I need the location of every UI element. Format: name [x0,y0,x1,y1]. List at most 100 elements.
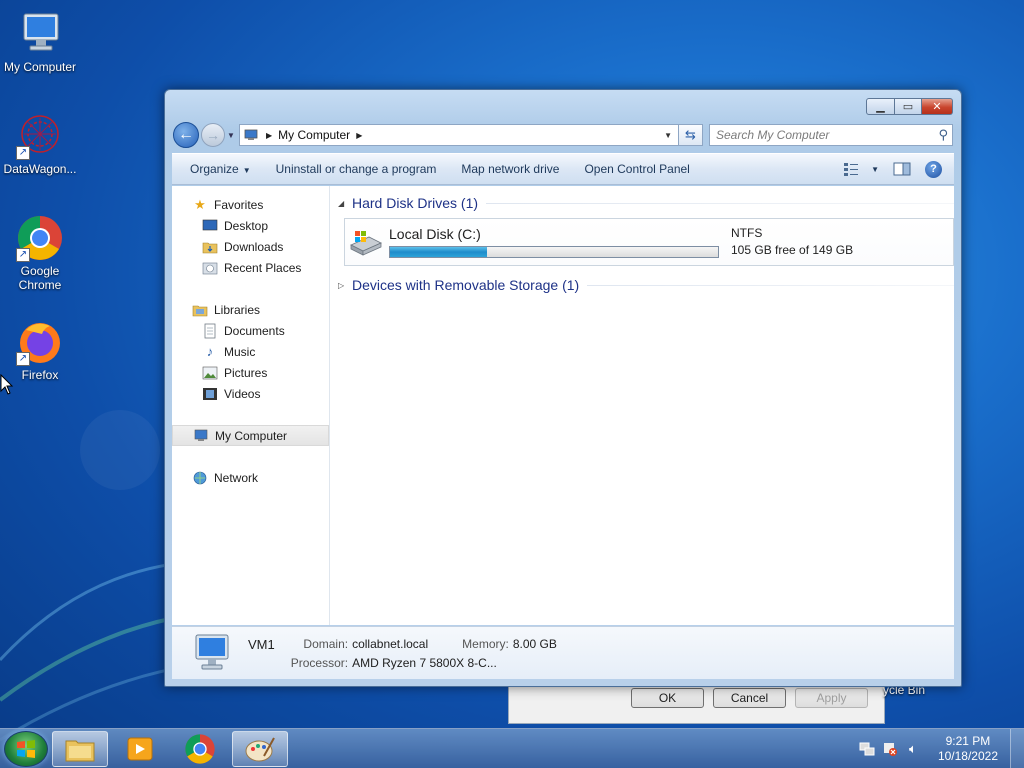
firefox-icon: ↗ [16,318,64,366]
nav-downloads[interactable]: Downloads [172,236,329,257]
processor-label: Processor: [290,655,349,670]
start-button[interactable] [4,730,48,767]
desktop-icon-google-chrome[interactable]: ↗ Google Chrome [0,214,80,292]
address-dropdown-icon[interactable]: ▼ [664,131,672,140]
navigation-bar: ← → ▼ ▶ My Computer ▶ ▼ ⇆ Search My Comp… [173,122,953,148]
preview-pane-icon[interactable] [893,162,911,176]
desktop-icon-datawagon[interactable]: ↗ DataWagon... [0,112,80,176]
expanded-triangle-icon: ◢ [338,198,345,208]
desktop-icon-my-computer[interactable]: My Computer [0,10,80,74]
breadcrumb-arrow-icon[interactable]: ▶ [356,131,362,140]
search-icon[interactable]: ⚲ [938,127,948,143]
close-icon: ✕ [932,101,942,113]
shortcut-arrow-icon: ↗ [16,248,30,262]
organize-button[interactable]: Organize ▼ [180,162,266,176]
refresh-button[interactable]: ⇆ [679,124,703,146]
chevron-down-icon[interactable]: ▼ [871,165,879,174]
close-button[interactable]: ✕ [922,98,953,115]
show-desktop-button[interactable] [1010,728,1024,768]
map-network-drive-button[interactable]: Map network drive [451,162,574,176]
nav-desktop-label: Desktop [224,218,269,233]
memory-label: Memory: [462,637,509,651]
videos-icon [202,386,218,402]
taskbar: 🔈︎ 9:21 PM 10/18/2022 [0,728,1024,768]
maximize-button[interactable]: ▭ [895,98,922,115]
nav-pictures[interactable]: Pictures [172,362,329,383]
computer-icon [244,129,258,140]
drive-tile-local-disk-c[interactable]: Local Disk (C:) NTFS 105 GB free of 149 … [344,218,954,266]
folder-icon [65,740,95,761]
back-button[interactable]: ← [173,122,199,148]
datawagon-icon: ↗ [16,112,64,160]
volume-icon[interactable]: 🔈︎ [905,741,921,757]
nav-documents-label: Documents [224,323,285,338]
paint-palette-icon [245,737,275,761]
drive-filesystem: NTFS [731,226,763,240]
nav-network[interactable]: Network [172,467,329,488]
clock-time: 9:21 PM [945,733,991,748]
taskbar-media-player[interactable] [112,731,168,767]
nav-music[interactable]: ♪ Music [172,341,329,362]
drive-name: Local Disk (C:) [389,226,481,242]
nav-desktop[interactable]: Desktop [172,215,329,236]
maximize-icon: ▭ [902,101,914,113]
shortcut-arrow-icon: ↗ [16,146,30,160]
uninstall-program-button[interactable]: Uninstall or change a program [266,162,452,176]
folder-download-icon [202,239,218,255]
pictures-icon [202,365,218,381]
drive-usage-fill [390,247,487,257]
taskbar-chrome[interactable] [172,731,228,767]
desktop-icon-firefox[interactable]: ↗ Firefox [0,318,80,382]
address-bar[interactable]: ▶ My Computer ▶ ▼ [239,124,679,146]
group-header-hard-disk-drives[interactable]: ◢ Hard Disk Drives (1) [338,192,954,214]
computer-details: VM1 Domain: collabnet.local Memory: 8.00… [248,637,591,670]
libraries-icon [192,302,208,318]
recent-pages-dropdown[interactable]: ▼ [227,131,237,140]
forward-button[interactable]: → [201,123,225,147]
nav-pictures-label: Pictures [224,365,268,380]
forward-arrow-icon: → [206,127,220,143]
nav-favorites[interactable]: ★ Favorites [172,194,329,215]
network-status-icon[interactable] [859,741,875,757]
drive-info: Local Disk (C:) [389,226,719,258]
search-input[interactable]: Search My Computer [716,128,829,142]
breadcrumb-my-computer[interactable]: My Computer [278,128,350,142]
chrome-icon: ↗ [16,214,64,262]
clock-date: 10/18/2022 [937,748,998,763]
memory-value: 8.00 GB [512,637,557,651]
nav-videos[interactable]: Videos [172,383,329,404]
cancel-button[interactable]: Cancel [713,688,786,708]
nav-my-computer[interactable]: My Computer [172,425,329,446]
nav-documents[interactable]: Documents [172,320,329,341]
nav-favorites-label: Favorites [214,197,264,212]
search-box[interactable]: Search My Computer ⚲ [709,124,953,146]
clock[interactable]: 9:21 PM 10/18/2022 [938,734,998,764]
breadcrumb-arrow-icon[interactable]: ▶ [266,131,272,140]
taskbar-explorer[interactable] [52,730,108,767]
hard-drive-icon [350,231,382,256]
nav-network-label: Network [214,470,259,485]
group-header-removable-storage[interactable]: ▷ Devices with Removable Storage (1) [338,274,954,296]
collapsed-triangle-icon: ▷ [338,280,345,290]
change-view-button[interactable]: ▼ [843,162,879,176]
action-center-warning-icon[interactable] [882,741,898,757]
group-title: Hard Disk Drives (1) [352,195,479,211]
taskbar-paint[interactable] [232,730,288,767]
explorer-content: ★ Favorites Desktop Downloads Recent Pla… [172,186,954,625]
open-control-panel-button[interactable]: Open Control Panel [574,162,704,176]
desktop-icon [202,218,218,234]
drive-meta: NTFS 105 GB free of 149 GB [731,225,853,259]
help-icon[interactable]: ? [925,160,942,178]
minimize-button[interactable]: ▁ [866,98,895,115]
media-player-icon [127,737,153,760]
computer-icon [16,10,64,58]
nav-recent-places[interactable]: Recent Places [172,257,329,278]
window-controls: ▁ ▭ ✕ [866,98,953,115]
chevron-down-icon: ▼ [242,166,251,175]
apply-button[interactable]: Apply [795,688,868,708]
shortcut-arrow-icon: ↗ [16,352,30,366]
nav-libraries[interactable]: Libraries [172,299,329,320]
ok-button[interactable]: OK [631,688,704,708]
